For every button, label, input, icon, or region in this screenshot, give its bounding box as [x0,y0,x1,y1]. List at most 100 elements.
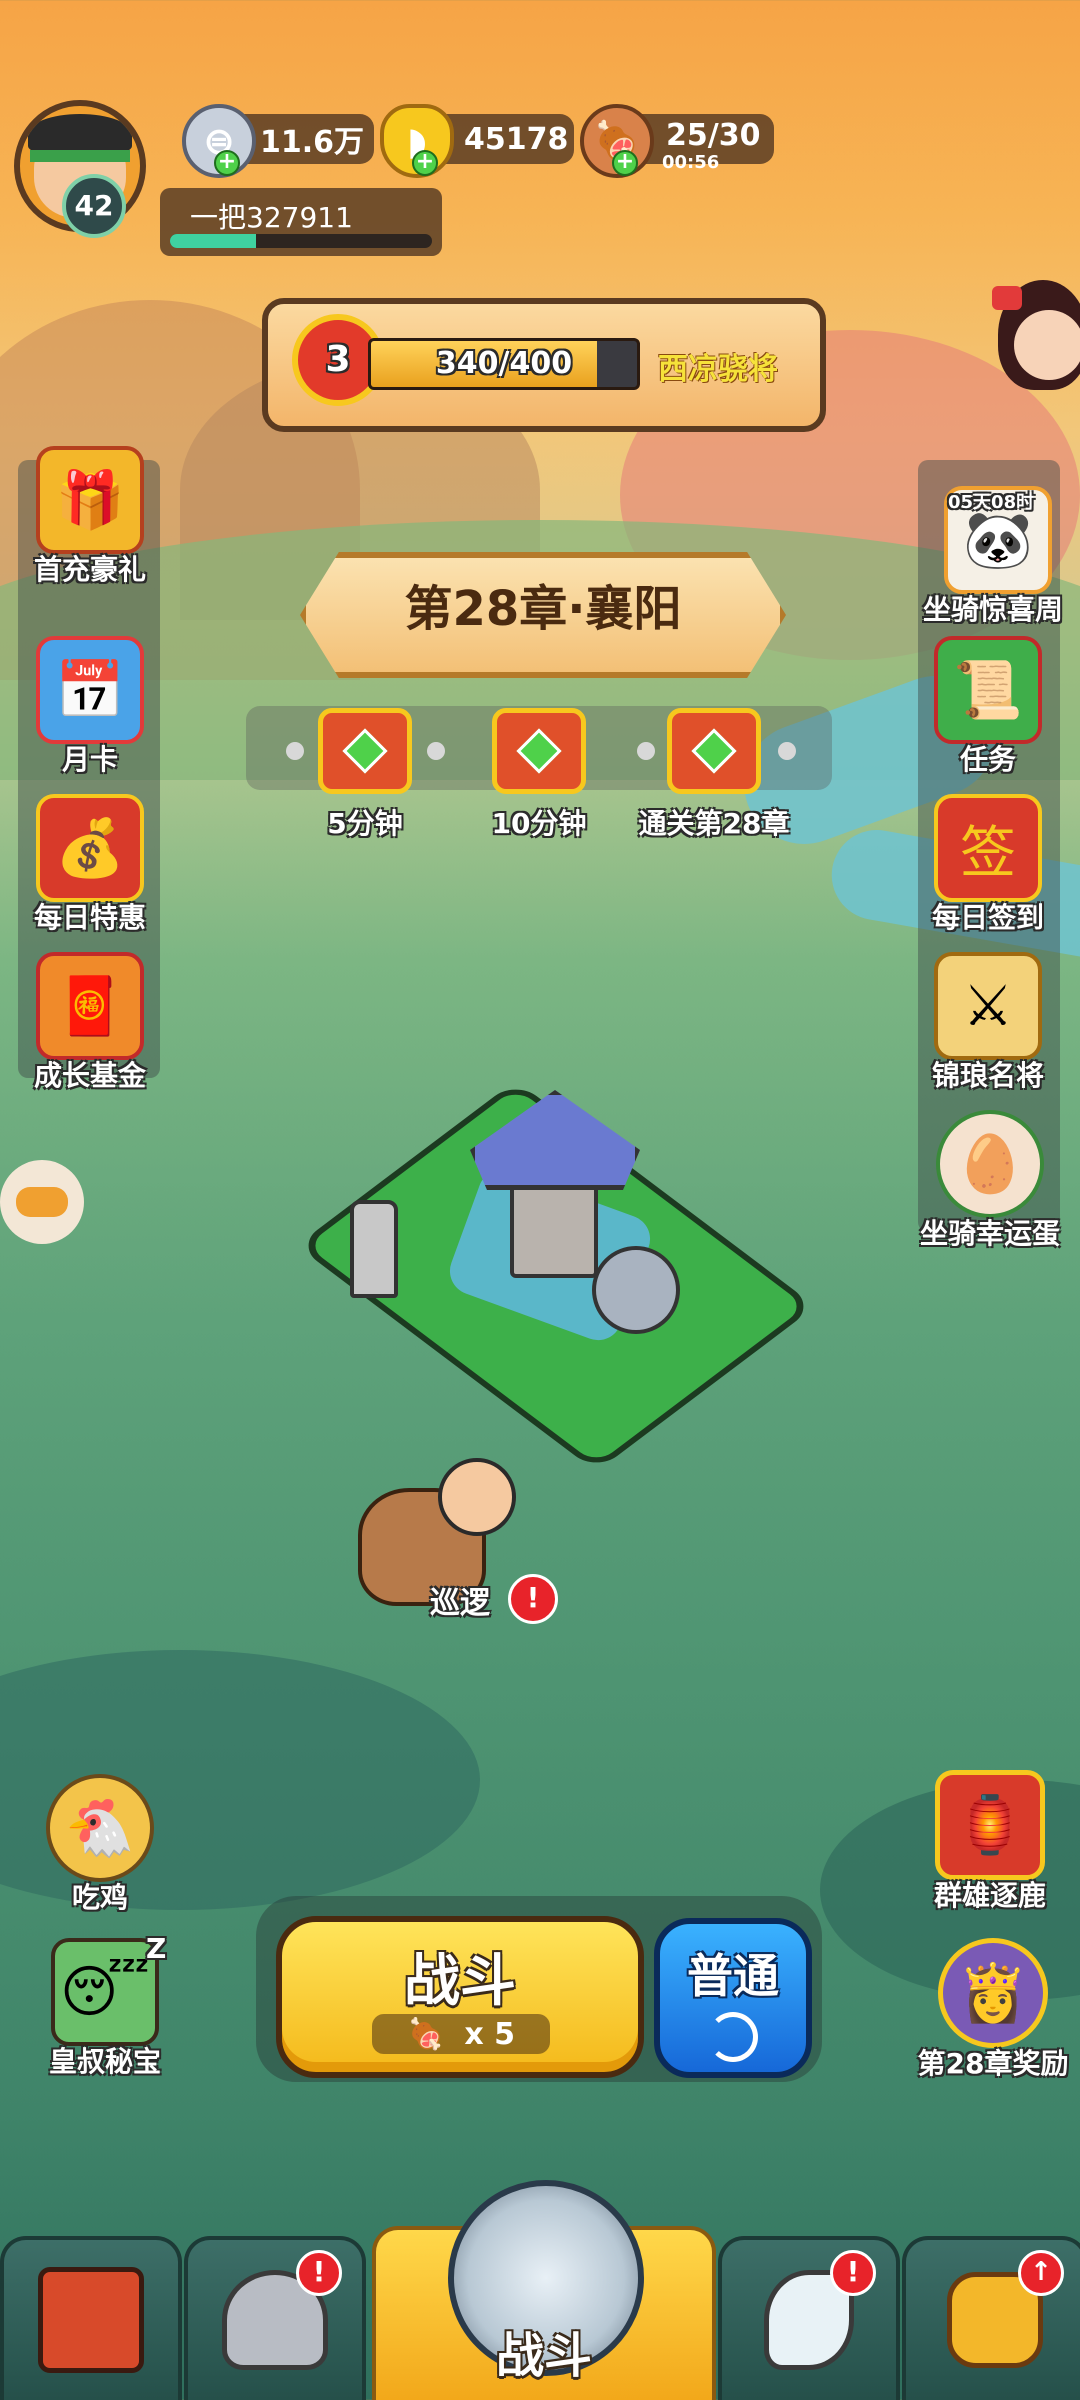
equipment-alert-badge: ! [296,2250,342,2296]
right-menu-item-daily-sign-in[interactable]: 签 每日签到 [918,794,1058,936]
city-island[interactable] [296,1080,816,1472]
treasure-chest-icon: 🎁 [36,446,144,554]
player-exp-fill [170,234,257,248]
rider-head [438,1458,516,1536]
mount-week-timer: 05天08时 [948,492,1035,513]
uncle-treasure-button[interactable]: 😴 Z 皇叔秘宝 [30,1932,180,2080]
heroes-contend-label: 群雄逐鹿 [933,1879,1046,1912]
sleep-z: Z [146,1932,167,1965]
right-menu-item-quests[interactable]: 📜 任务 [918,636,1058,778]
left-menu-item-growth-fund[interactable]: 🧧 成长基金 [20,952,160,1094]
right-menu-item-mount-week[interactable]: 🐼 05天08时 坐骑惊喜周 [918,486,1078,628]
guide-girl-face [1014,310,1080,380]
reward-chest-2[interactable]: 10分钟 [484,708,594,842]
left-menu-label: 成长基金 [33,1059,146,1092]
reward-chest-1[interactable]: 5分钟 [310,708,420,842]
guide-girl-bow [992,286,1022,310]
nav-tab-city[interactable] [0,2236,182,2400]
lucky-egg-icon: 🥚 [936,1110,1044,1218]
guide-girl-avatar[interactable] [992,280,1080,410]
sleeping-uncle-icon: 😴 [51,1938,159,2046]
left-menu-item-month-card[interactable]: 📅 月卡 [20,636,160,778]
heroes-contend-button[interactable]: 🏮 群雄逐鹿 [920,1770,1060,1914]
rank-progress-track: 340/400 [368,338,640,390]
chapter-reward-button[interactable]: 👸 第28章奖励 [908,1938,1078,2082]
patrol-alert-badge: ! [508,1574,558,1624]
silver-counter[interactable]: ⊜ + 11.6万 [182,104,374,178]
player-level-badge: 42 [62,174,126,238]
player-name: 一把327911 [190,201,353,234]
left-menu-item-first-recharge[interactable]: 🎁 首充豪礼 [20,446,160,588]
player-exp-track [170,234,432,248]
stone-monument [350,1200,398,1298]
patrol-label[interactable]: 巡逻 [430,1578,490,1622]
reward-chest-icon [667,708,761,794]
refresh-icon [708,2012,758,2062]
upgrade-arrow-badge: ↑ [1018,2250,1064,2296]
banner-scroll-icon: 🏮 [935,1770,1045,1880]
left-menu-item-daily-deal[interactable]: 💰 每日特惠 [20,794,160,936]
rank-title: 西凉骁将 [658,352,778,387]
nav-battle-label: 战斗 [495,2328,592,2384]
stamina-counter[interactable]: 🍖 + 25/30 00:56 [580,104,774,178]
nav-tab-upgrade[interactable]: ↑ [902,2236,1080,2400]
right-menu-item-famous-generals[interactable]: ⚔ 锦琅名将 [918,952,1058,1094]
chicken-feature-button[interactable]: 🐔 吃鸡 [30,1774,170,1916]
avatar-headband [30,150,130,162]
reward-chest-icon [492,708,586,794]
difficulty-mode-button[interactable]: 普通 [654,1918,812,2078]
rank-banner[interactable]: 3 340/400 西凉骁将 [262,298,826,432]
chicken-label: 吃鸡 [71,1881,128,1914]
reward-chest-icon [318,708,412,794]
rank-progress-text: 340/400 [435,346,573,381]
left-menu-label: 每日特惠 [33,901,146,934]
battle-label: 战斗 [404,1949,516,2014]
player-name-bar: 一把327911 [160,188,442,256]
nav-tab-heroes[interactable]: ! [718,2236,900,2400]
silver-value: 11.6万 [260,125,365,160]
nav-tab-equipment[interactable]: ! [184,2236,366,2400]
right-menu-label: 坐骑惊喜周 [922,593,1063,626]
right-menu-label: 每日签到 [931,901,1044,934]
chicken-icon: 🐔 [46,1774,154,1882]
stamina-add-icon[interactable]: + [612,150,638,176]
stamina-timer: 00:56 [662,152,720,173]
month-card-icon: 📅 [36,636,144,744]
gold-add-icon[interactable]: + [412,150,438,176]
fortune-god-icon: 🧧 [36,952,144,1060]
left-menu-label: 月卡 [61,743,118,776]
reward-label: 5分钟 [327,807,403,840]
general-helmet-icon: ⚔ [934,952,1042,1060]
battle-button[interactable]: 战斗 🍖 x 5 [276,1916,644,2078]
avatar-hair [28,114,132,154]
nav-tab-battle[interactable]: 战斗 [372,2180,716,2400]
rank-number: 3 [325,339,351,380]
player-level: 42 [74,189,114,222]
city-gate-icon [38,2267,144,2373]
chapter-title-banner: 第28章·襄阳 [300,552,786,678]
meat-drumstick-icon: 🍖 [406,2016,445,2052]
chapter-reward-icon: 👸 [938,1938,1048,2048]
sign-in-icon: 签 [934,794,1042,902]
gold-value: 45178 [464,121,569,157]
silver-add-icon[interactable]: + [214,150,240,176]
chapter-reward-label: 第28章奖励 [917,2047,1069,2080]
right-menu-item-lucky-egg[interactable]: 🥚 坐骑幸运蛋 [910,1110,1070,1252]
reward-label: 10分钟 [491,807,587,840]
quest-scroll-icon: 📜 [934,636,1042,744]
chapter-title: 第28章·襄阳 [404,581,682,637]
battle-cost: x 5 [464,2016,516,2052]
battle-cost-pill: 🍖 x 5 [372,2014,550,2054]
gold-counter[interactable]: ◗ + 45178 [380,104,574,178]
gamepad-float-button[interactable] [0,1160,84,1244]
right-menu-label: 锦琅名将 [931,1059,1044,1092]
right-menu-label: 任务 [959,743,1016,776]
left-menu-label: 首充豪礼 [33,553,146,586]
right-menu-label: 坐骑幸运蛋 [919,1217,1060,1250]
gamepad-icon [16,1187,68,1217]
stamina-value: 25/30 [666,117,761,153]
difficulty-mode-label: 普通 [687,1949,779,2003]
uncle-treasure-label: 皇叔秘宝 [48,2045,161,2078]
reward-chest-3[interactable]: 通关第28章 [624,708,804,842]
reward-label: 通关第28章 [638,807,790,840]
